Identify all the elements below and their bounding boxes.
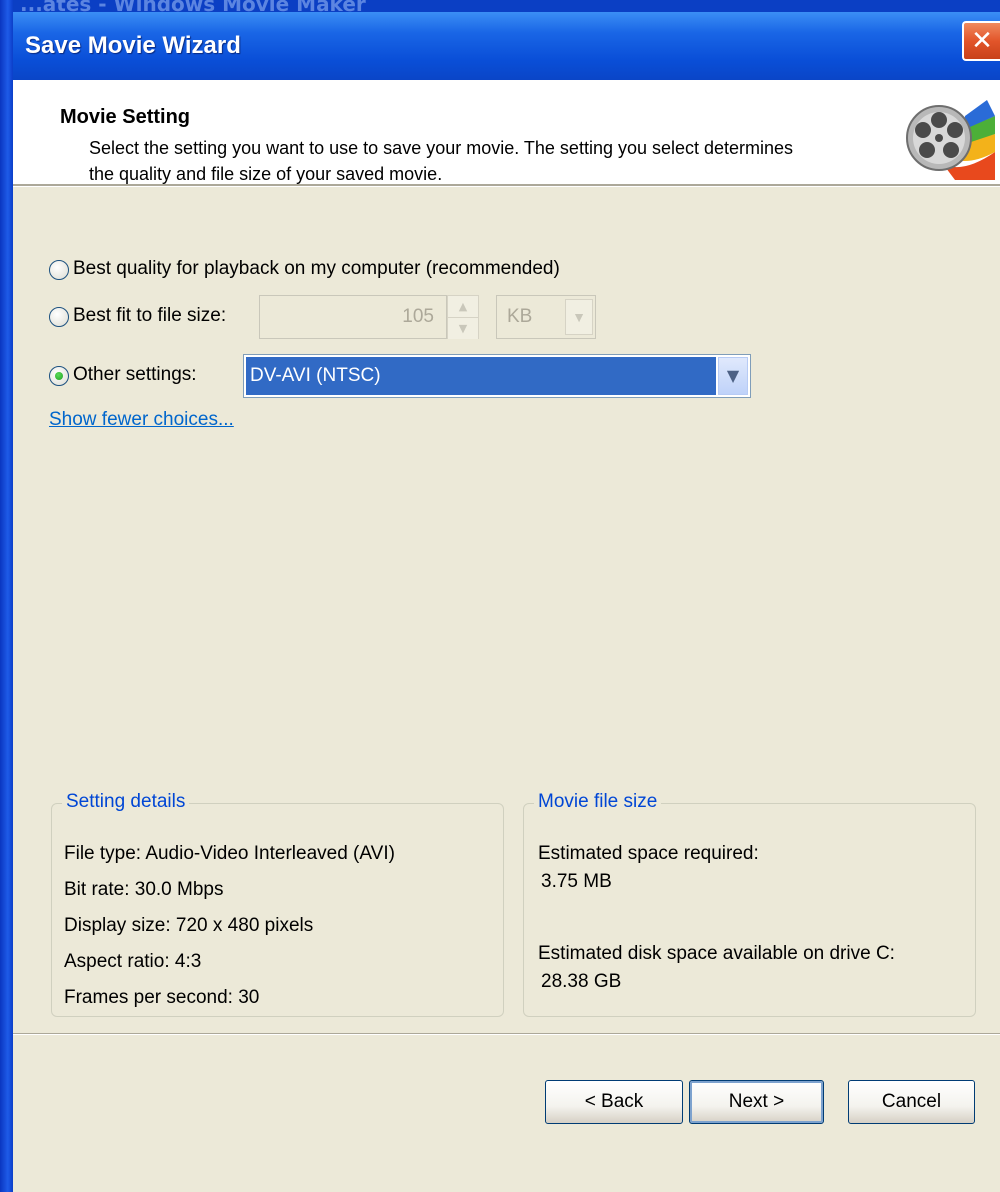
estimated-space-label: Estimated space required: [538, 843, 759, 864]
page-title: Movie Setting [60, 106, 191, 128]
page-description: Select the setting you want to use to sa… [89, 138, 794, 184]
other-settings-radio[interactable] [49, 366, 69, 386]
wizard-header: Movie Setting Select the setting you wan… [13, 80, 1000, 184]
window-title: Save Movie Wizard [25, 32, 241, 59]
best-quality-label[interactable]: Best quality for playback on my computer… [73, 258, 560, 280]
setting-details-title: Setting details [62, 791, 190, 813]
next-button[interactable]: Next > [689, 1080, 824, 1124]
available-space-label: Estimated disk space available on drive … [538, 943, 895, 964]
movie-file-size-title: Movie file size [534, 791, 662, 813]
back-button[interactable]: < Back [545, 1080, 683, 1124]
file-size-spinner[interactable]: ▲ ▼ [447, 295, 479, 339]
background-window-strip: ...ates - Windows Movie Maker [0, 0, 1000, 12]
chevron-down-icon[interactable]: ▼ [718, 357, 748, 395]
other-settings-label[interactable]: Other settings: [73, 364, 197, 386]
close-icon: ✕ [971, 26, 993, 56]
detail-bit-rate: Bit rate: 30.0 Mbps [64, 879, 224, 900]
detail-aspect-ratio: Aspect ratio: 4:3 [64, 951, 202, 972]
best-quality-radio[interactable] [49, 260, 69, 280]
detail-frames-per-second: Frames per second: 30 [64, 987, 260, 1008]
spin-up-icon[interactable]: ▲ [448, 296, 478, 318]
setting-details-group: Setting details [51, 791, 504, 1017]
detail-display-size: Display size: 720 x 480 pixels [64, 915, 314, 936]
available-space-value: 28.38 GB [541, 971, 622, 992]
film-reel-icon [906, 100, 995, 180]
cancel-button[interactable]: Cancel [848, 1080, 975, 1124]
background-window-title: ...ates - Windows Movie Maker [20, 0, 366, 12]
footer-divider [13, 1033, 1000, 1035]
chevron-down-icon[interactable]: ▼ [565, 299, 593, 335]
file-size-input[interactable]: 105 [259, 295, 447, 339]
detail-file-type: File type: Audio-Video Interleaved (AVI) [64, 843, 395, 864]
best-fit-label[interactable]: Best fit to file size: [73, 305, 226, 327]
close-button[interactable]: ✕ [962, 21, 1000, 61]
title-bar[interactable]: Save Movie Wizard [13, 12, 1000, 80]
file-size-unit-select[interactable]: KB ▼ [496, 295, 596, 339]
estimated-space-value: 3.75 MB [541, 871, 612, 892]
show-fewer-choices-link[interactable]: Show fewer choices... [49, 409, 234, 431]
header-divider [13, 184, 1000, 187]
other-settings-value: DV-AVI (NTSC) [246, 357, 716, 395]
background-window-edge [0, 0, 13, 1192]
other-settings-select[interactable]: DV-AVI (NTSC) ▼ [243, 354, 751, 398]
spin-down-icon[interactable]: ▼ [448, 318, 478, 339]
file-size-unit-value: KB [507, 306, 533, 327]
best-fit-radio[interactable] [49, 307, 69, 327]
